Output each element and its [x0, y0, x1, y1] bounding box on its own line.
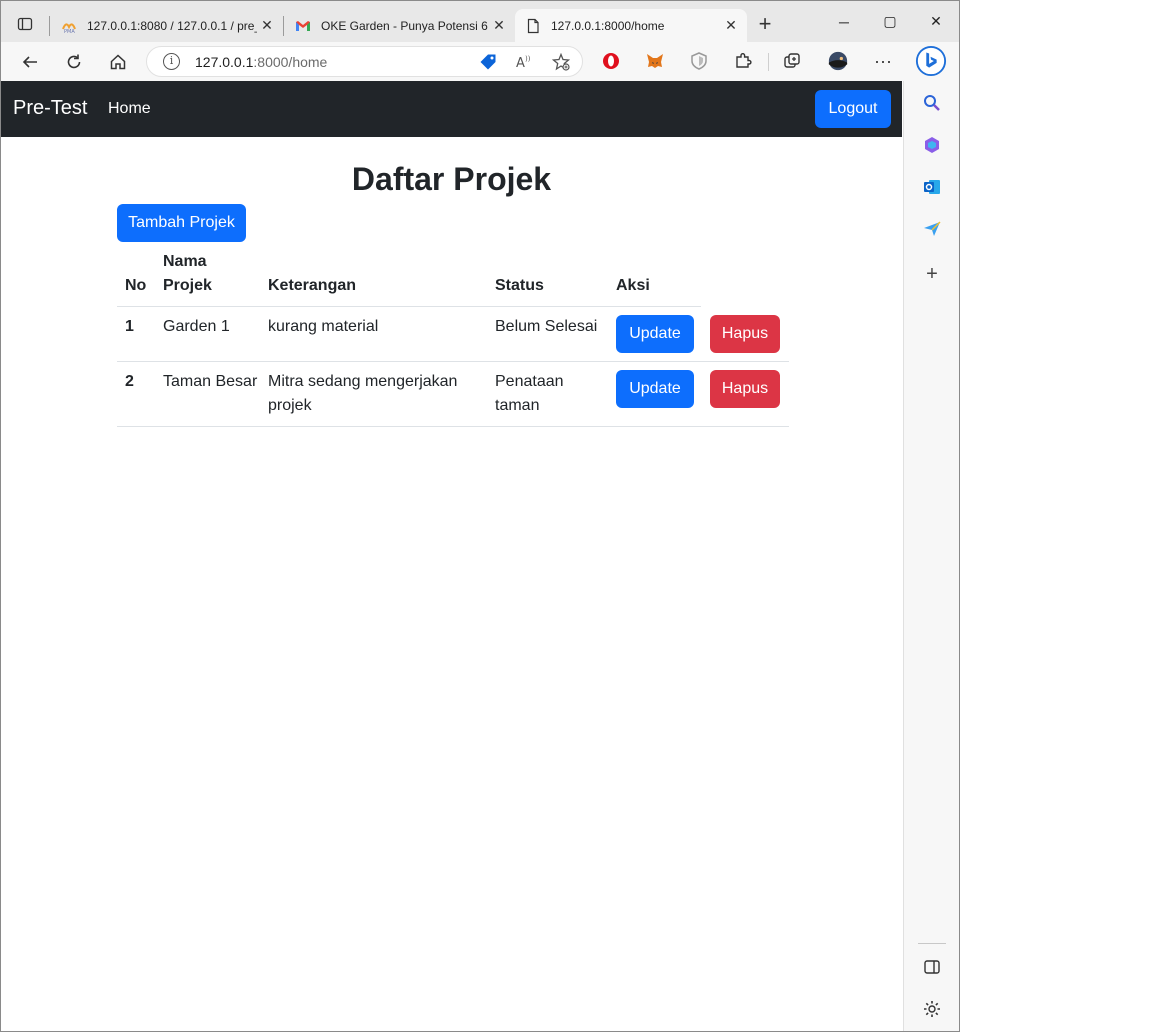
read-aloud-icon[interactable]: A)): [514, 52, 534, 72]
logout-button[interactable]: Logout: [815, 90, 891, 128]
top-navbar: Pre-Test Home Logout: [1, 81, 902, 137]
home-icon[interactable]: [105, 49, 131, 75]
shield-extension-icon[interactable]: [688, 50, 710, 72]
row-status: Belum Selesai: [495, 318, 598, 335]
tab-gmail[interactable]: OKE Garden - Punya Potensi 6 - ✕: [285, 9, 515, 42]
navbar-brand[interactable]: Pre-Test: [13, 97, 87, 120]
header-no: No: [125, 277, 147, 294]
header-status: Status: [495, 277, 544, 294]
back-icon[interactable]: [17, 49, 43, 75]
hapus-button[interactable]: Hapus: [710, 315, 780, 353]
page-viewport: Pre-Test Home Logout Daftar Projek Tamba…: [1, 81, 902, 1031]
url-text: 127.0.0.1:8000/home: [195, 54, 328, 70]
sidebar-divider: [918, 943, 946, 944]
header-nama-line2: Projek: [163, 277, 212, 294]
row-keterangan-line2: projek: [268, 397, 312, 414]
row-divider: [117, 426, 789, 427]
phpmyadmin-icon: PMA: [61, 18, 77, 34]
gmail-icon: [295, 18, 311, 34]
tab-title: OKE Garden - Punya Potensi 6 -: [321, 18, 489, 33]
edge-sidebar: +: [903, 81, 959, 1031]
refresh-icon[interactable]: [61, 49, 87, 75]
tab-phpmyadmin[interactable]: PMA 127.0.0.1:8080 / 127.0.0.1 / pre_ ✕: [51, 9, 283, 42]
update-button[interactable]: Update: [616, 315, 694, 353]
header-nama-line1: Nama: [163, 253, 207, 270]
extensions-puzzle-icon[interactable]: [732, 50, 754, 72]
maximize-button[interactable]: ▢: [867, 1, 913, 42]
page-title: Daftar Projek: [351, 161, 552, 197]
close-window-button[interactable]: ✕: [913, 1, 959, 42]
site-info-icon[interactable]: i: [163, 53, 180, 70]
new-tab-button[interactable]: +: [753, 13, 777, 37]
svg-text:)): )): [525, 55, 531, 63]
address-bar[interactable]: i 127.0.0.1:8000/home A)): [146, 46, 583, 77]
header-keterangan: Keterangan: [268, 277, 357, 294]
copilot-icon[interactable]: [920, 133, 944, 157]
collections-icon[interactable]: [781, 50, 803, 72]
close-icon[interactable]: ✕: [721, 16, 741, 36]
row-status-line2: taman: [495, 397, 540, 414]
browser-toolbar: i 127.0.0.1:8000/home A)) ···: [1, 42, 959, 81]
minimize-button[interactable]: ─: [821, 1, 867, 42]
header-aksi: Aksi: [616, 277, 650, 294]
hapus-button[interactable]: Hapus: [710, 370, 780, 408]
close-icon[interactable]: ✕: [489, 16, 509, 36]
nav-link-home[interactable]: Home: [108, 100, 151, 118]
favorites-add-icon[interactable]: [551, 52, 571, 72]
row-no: 2: [125, 373, 134, 390]
row-keterangan: kurang material: [268, 318, 379, 335]
tab-separator: [49, 16, 50, 36]
tab-actions-icon[interactable]: [11, 12, 39, 36]
search-icon[interactable]: [920, 91, 944, 115]
row-no: 1: [125, 318, 134, 335]
row-status: Penataan: [495, 373, 564, 390]
tab-separator: [283, 16, 284, 36]
row-divider: [117, 361, 789, 362]
settings-gear-icon[interactable]: [920, 997, 944, 1021]
svg-text:PMA: PMA: [64, 29, 75, 34]
sidebar-layout-icon[interactable]: [920, 955, 944, 979]
bing-copilot-icon[interactable]: [914, 44, 948, 78]
outlook-icon[interactable]: [920, 175, 944, 199]
more-options-icon[interactable]: ···: [872, 50, 894, 72]
tab-strip: PMA 127.0.0.1:8080 / 127.0.0.1 / pre_ ✕ …: [1, 1, 959, 42]
svg-text:A: A: [516, 56, 525, 71]
row-nama: Taman Besar: [163, 373, 258, 390]
tab-title: 127.0.0.1:8000/home: [551, 18, 665, 33]
add-sidebar-app-icon[interactable]: +: [920, 262, 944, 286]
drop-send-icon[interactable]: [920, 217, 944, 241]
close-icon[interactable]: ✕: [257, 16, 277, 36]
opera-extension-icon[interactable]: [600, 50, 622, 72]
browser-window: PMA 127.0.0.1:8080 / 127.0.0.1 / pre_ ✕ …: [0, 0, 960, 1032]
tab-home[interactable]: 127.0.0.1:8000/home ✕: [515, 9, 747, 42]
page-icon: [525, 18, 541, 34]
metamask-extension-icon[interactable]: [644, 50, 666, 72]
coupon-tag-icon[interactable]: [478, 52, 498, 72]
toolbar-divider: [768, 53, 769, 71]
add-project-button[interactable]: Tambah Projek: [117, 204, 246, 242]
update-button[interactable]: Update: [616, 370, 694, 408]
profile-avatar-icon[interactable]: [826, 49, 850, 73]
header-divider: [117, 306, 701, 307]
row-keterangan: Mitra sedang mengerjakan: [268, 373, 458, 390]
tab-title: 127.0.0.1:8080 / 127.0.0.1 / pre_: [87, 18, 257, 33]
row-nama: Garden 1: [163, 318, 230, 335]
